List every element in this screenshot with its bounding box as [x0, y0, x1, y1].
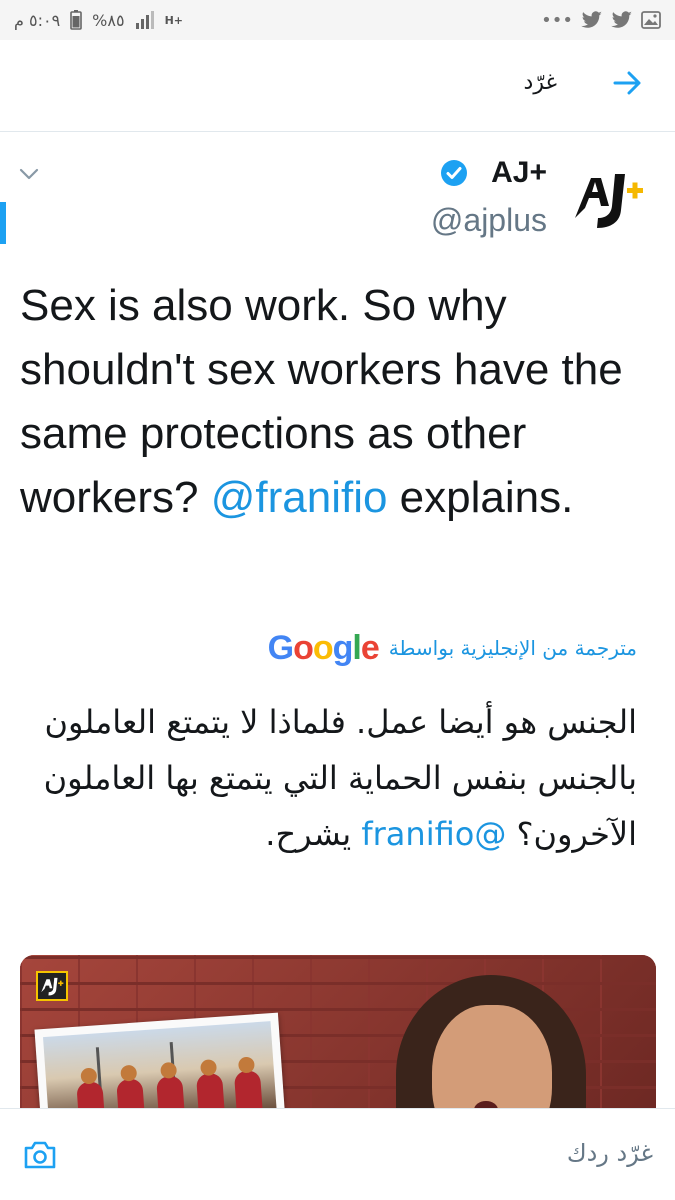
battery-icon — [70, 10, 82, 30]
status-bar: ٥:٠٩ م %٨٥ H+ ••• — [0, 0, 675, 40]
translation-label: مترجمة من الإنجليزية بواسطة — [388, 636, 637, 660]
battery-percent: %٨٥ — [92, 10, 125, 30]
inset-photo — [34, 1012, 286, 1115]
more-dots-icon: ••• — [541, 9, 573, 31]
avatar[interactable] — [571, 166, 645, 232]
tweet-text: Sex is also work. So why shouldn't sex w… — [20, 274, 650, 530]
network-type: H+ — [164, 13, 183, 27]
tweet-options-button[interactable] — [18, 166, 40, 184]
clock: ٥:٠٩ م — [14, 10, 61, 30]
reply-bar: غرّد ردك — [0, 1108, 675, 1200]
reply-input[interactable]: غرّد ردك — [567, 1139, 653, 1167]
mention-link[interactable]: @franifio — [361, 815, 506, 853]
translated-text-part: يشرح. — [265, 815, 362, 853]
status-right: ••• — [541, 8, 661, 32]
focus-marker — [0, 202, 6, 244]
ajplus-watermark-icon — [36, 971, 68, 1001]
display-name[interactable]: AJ+ — [491, 156, 547, 190]
speaker-image — [396, 975, 596, 1115]
video-media[interactable] — [20, 955, 656, 1115]
status-left: ٥:٠٩ م %٨٥ H+ — [14, 8, 183, 32]
signal-icon — [135, 11, 155, 29]
camera-icon — [22, 1141, 58, 1175]
page-title: غرّد — [523, 70, 557, 95]
arrow-right-icon — [613, 70, 643, 100]
verified-badge-icon — [439, 158, 469, 188]
google-logo: Google — [267, 628, 380, 667]
twitter-bird-icon — [611, 11, 633, 29]
mention-link[interactable]: @franifio — [211, 473, 388, 522]
camera-button[interactable] — [22, 1139, 58, 1173]
translation-attribution: مترجمة من الإنجليزية بواسطة Google — [268, 628, 637, 668]
back-button[interactable] — [611, 68, 645, 102]
image-notification-icon — [641, 11, 661, 29]
user-handle[interactable]: @ajplus — [431, 202, 547, 239]
tweet-text-part: explains. — [387, 473, 574, 522]
app-header: غرّد — [0, 40, 675, 132]
translated-text: الجنس هو أيضا عمل. فلماذا لا يتمتع العام… — [25, 694, 637, 862]
chevron-down-icon — [18, 166, 40, 185]
twitter-bird-icon — [581, 11, 603, 29]
